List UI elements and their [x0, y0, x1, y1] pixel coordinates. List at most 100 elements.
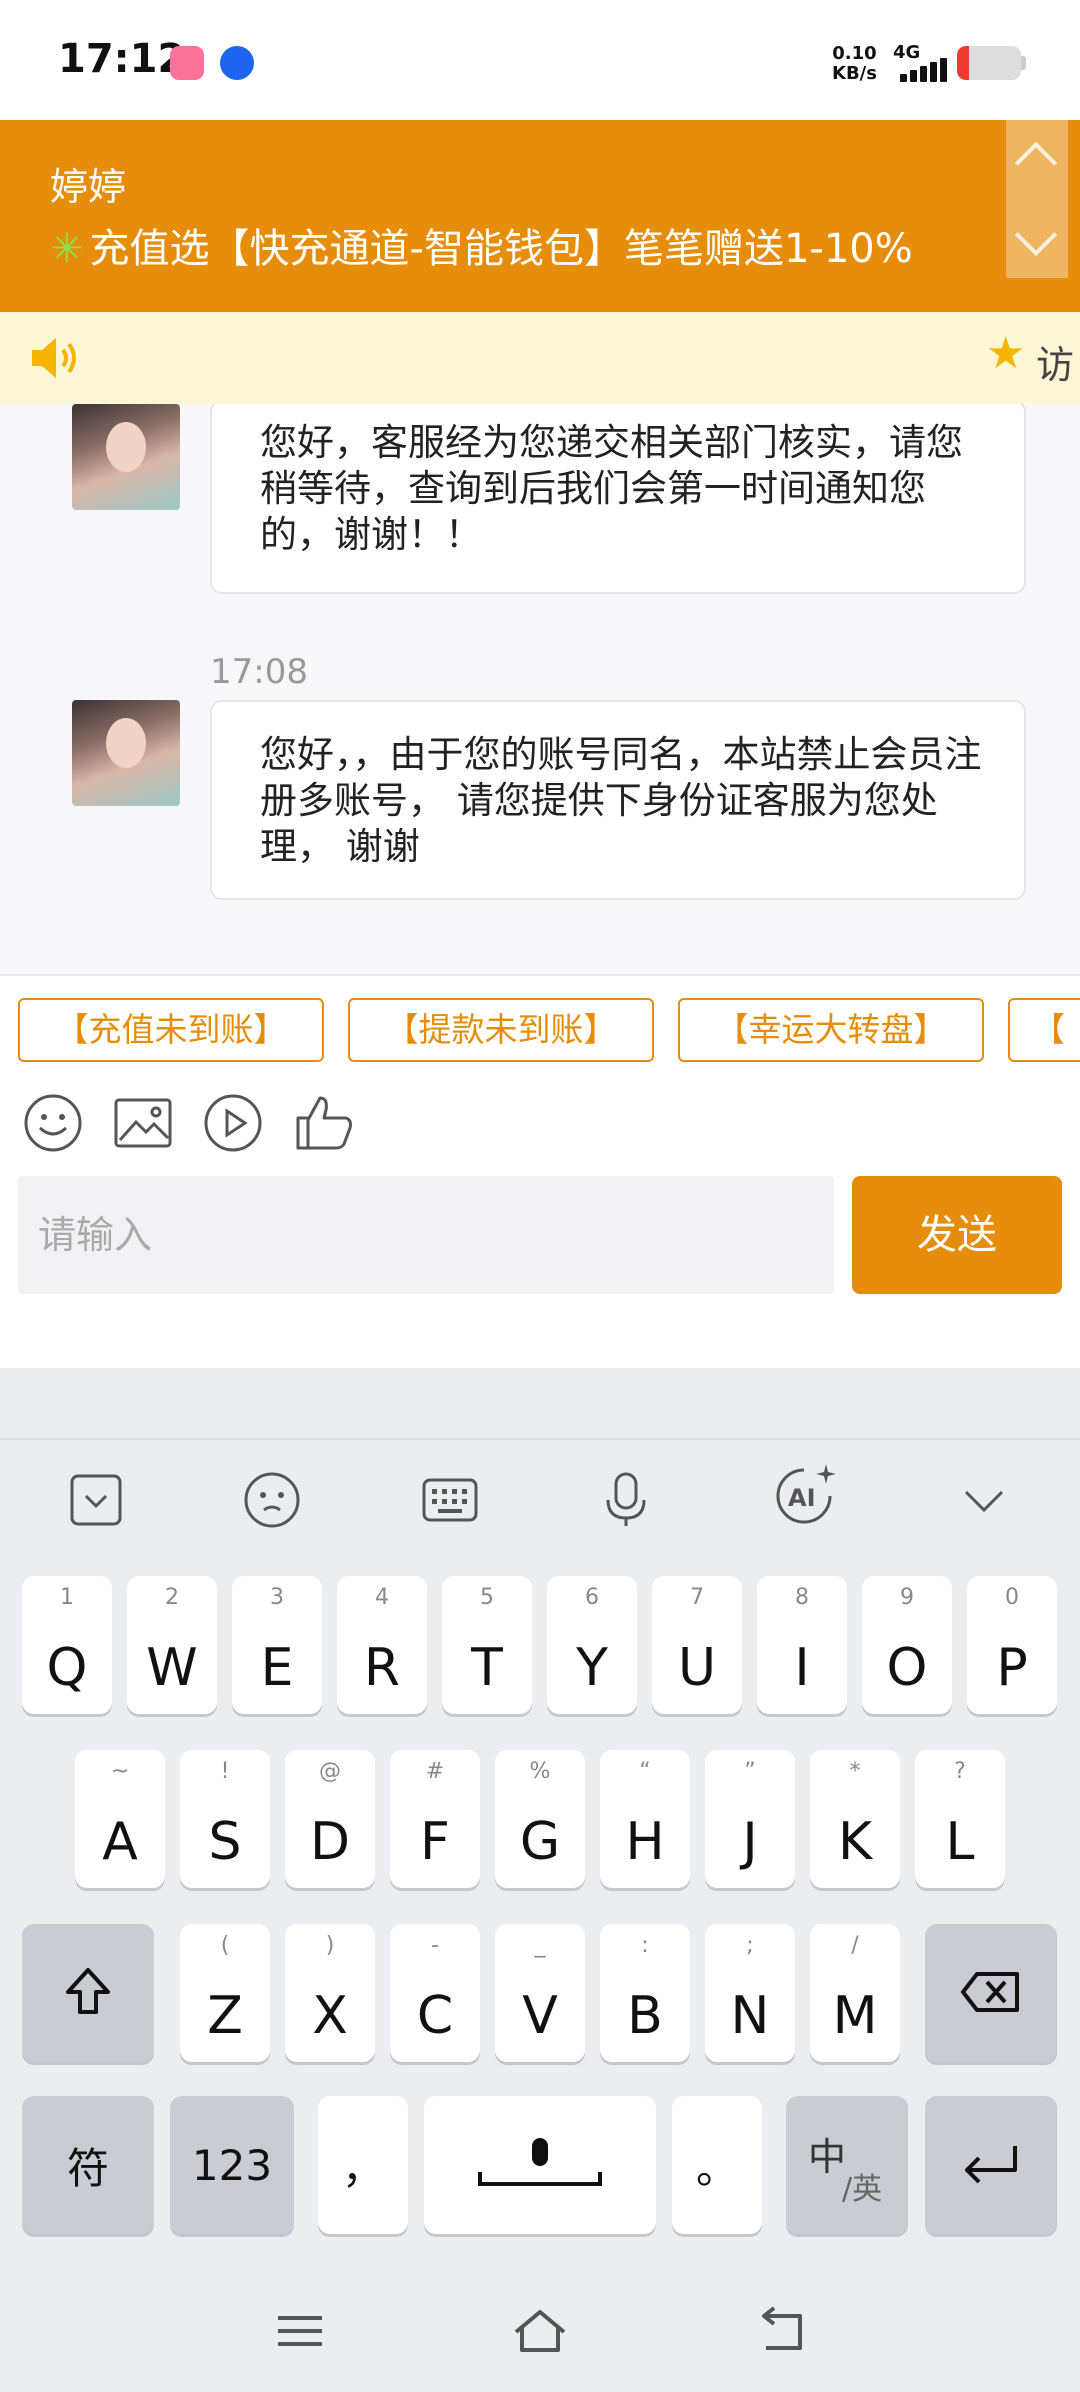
key-y[interactable]: 6Y — [547, 1576, 637, 1714]
status-time: 17:12 — [58, 36, 186, 82]
sparkle-icon: ✳ — [50, 226, 84, 272]
key-f[interactable]: # F — [390, 1750, 480, 1888]
key-label: M — [832, 1986, 878, 2046]
soft-keyboard: AI 1Q 2W 3E 4R 5T 6Y 7U 8I 9O 0P ~ A ! S @… — [0, 1368, 1080, 2392]
key-label: 123 — [191, 2140, 273, 2190]
home-icon[interactable] — [510, 2306, 570, 2356]
quick-reply-withdraw[interactable]: 【提款未到账】 — [348, 998, 654, 1062]
key-o[interactable]: 9O — [862, 1576, 952, 1714]
chevron-up-icon[interactable] — [1014, 141, 1058, 185]
key-alt: ” — [744, 1759, 756, 1784]
status-bar: 17:12 0.10 KB/s 4G — [0, 0, 1080, 120]
key-label: U — [677, 1638, 717, 1698]
key-label: O — [886, 1638, 928, 1698]
battery-level — [957, 46, 969, 80]
numbers-key[interactable]: 123 — [170, 2096, 294, 2234]
key-n[interactable]: ; N — [705, 1924, 795, 2062]
shift-key[interactable] — [22, 1924, 154, 2062]
backspace-key[interactable] — [925, 1924, 1057, 2062]
battery-icon — [957, 46, 1021, 80]
key-label: N — [730, 1986, 770, 2046]
key-t[interactable]: 5T — [442, 1576, 532, 1714]
key-alt: 7 — [690, 1585, 704, 1610]
key-z[interactable]: (Z — [180, 1924, 270, 2062]
key-w[interactable]: 2W — [127, 1576, 217, 1714]
key-alt: @ — [319, 1759, 341, 1784]
key-label: K — [837, 1812, 873, 1872]
back-icon[interactable] — [750, 2306, 810, 2356]
key-i[interactable]: 8I — [757, 1576, 847, 1714]
key-r[interactable]: 4R — [337, 1576, 427, 1714]
key-alt: * — [849, 1759, 861, 1784]
key-alt: 3 — [270, 1585, 284, 1610]
enter-key[interactable] — [925, 2096, 1057, 2234]
key-k[interactable]: * K — [810, 1750, 900, 1888]
key-m[interactable]: / M — [810, 1924, 900, 2062]
key-label: G — [519, 1812, 561, 1872]
quick-reply-lucky-wheel[interactable]: 【幸运大转盘】 — [678, 998, 984, 1062]
key-b[interactable]: :B — [600, 1924, 690, 2062]
video-icon[interactable] — [202, 1092, 264, 1154]
chat-messages[interactable]: 您好，客服经为您递交相关部门核实，请您稍等待，查询到后我们会第一时间通知您的，谢… — [0, 404, 1080, 974]
enter-icon — [965, 2146, 1017, 2184]
period-key[interactable]: 。 — [672, 2096, 762, 2234]
shift-icon — [66, 1968, 110, 2014]
key-u[interactable]: 7U — [652, 1576, 742, 1714]
key-q[interactable]: 1Q — [22, 1576, 112, 1714]
key-alt: - — [431, 1933, 439, 1958]
agent-avatar — [72, 404, 180, 510]
key-g[interactable]: % G — [495, 1750, 585, 1888]
key-a[interactable]: ~ A — [75, 1750, 165, 1888]
comma-key[interactable]: ， — [318, 2096, 408, 2234]
key-alt: % — [529, 1759, 551, 1784]
send-button[interactable]: 发送 — [852, 1176, 1062, 1294]
quick-reply-recharge[interactable]: 【充值未到账】 — [18, 998, 324, 1062]
key-h[interactable]: “H — [600, 1750, 690, 1888]
message-input[interactable] — [18, 1176, 834, 1294]
image-icon[interactable] — [112, 1092, 174, 1154]
thumbs-up-icon[interactable] — [294, 1092, 356, 1154]
key-label: X — [312, 1986, 348, 2046]
key-v[interactable]: _ V — [495, 1924, 585, 2062]
chevron-down-icon[interactable] — [1014, 213, 1058, 257]
key-s[interactable]: ! S — [180, 1750, 270, 1888]
quick-reply-more[interactable]: 【 — [1008, 998, 1080, 1062]
language-switch-key[interactable]: 中 /英 — [786, 2096, 908, 2234]
key-alt: ( — [220, 1933, 230, 1958]
key-label: 。 — [695, 2143, 738, 2193]
key-label: C — [416, 1986, 454, 2046]
key-alt: ! — [220, 1759, 230, 1784]
menu-icon[interactable] — [270, 2306, 330, 2356]
notice-bar: ★ 访 — [0, 312, 1080, 404]
keyboard-hide-icon[interactable] — [952, 1468, 1016, 1532]
key-label: R — [363, 1638, 401, 1698]
key-label: L — [945, 1812, 975, 1872]
key-l[interactable]: ? L — [915, 1750, 1005, 1888]
key-alt: ; — [746, 1933, 754, 1958]
key-j[interactable]: ” J — [705, 1750, 795, 1888]
key-label: P — [996, 1638, 1028, 1698]
key-alt: 2 — [165, 1585, 179, 1610]
key-e[interactable]: 3E — [232, 1576, 322, 1714]
lang-secondary: /英 — [842, 2172, 883, 2207]
ai-assistant-icon[interactable]: AI — [768, 1460, 840, 1532]
symbols-key[interactable]: 符 — [22, 2096, 154, 2234]
notice-text: 访 — [1036, 343, 1075, 387]
message-bubble: 您好，客服经为您递交相关部门核实，请您稍等待，查询到后我们会第一时间通知您的，谢… — [210, 404, 1026, 594]
key-c[interactable]: -C — [390, 1924, 480, 2062]
key-label: Z — [207, 1986, 243, 2046]
key-alt: : — [641, 1933, 649, 1958]
key-x[interactable]: ) X — [285, 1924, 375, 2062]
key-label: H — [625, 1812, 665, 1872]
keyboard-layout-icon[interactable] — [418, 1468, 482, 1532]
emoji-keyboard-icon[interactable] — [240, 1468, 304, 1532]
key-alt: / — [851, 1933, 859, 1958]
key-label: S — [208, 1812, 242, 1872]
space-key[interactable] — [424, 2096, 656, 2234]
microphone-icon[interactable] — [594, 1468, 658, 1532]
emoji-icon[interactable] — [22, 1092, 84, 1154]
promo-banner[interactable]: ✳ 充值选【快充通道-智能钱包】笔笔赠送1-10% — [50, 216, 913, 274]
keyboard-collapse-icon[interactable] — [64, 1468, 128, 1532]
key-p[interactable]: 0P — [967, 1576, 1057, 1714]
key-d[interactable]: @ D — [285, 1750, 375, 1888]
